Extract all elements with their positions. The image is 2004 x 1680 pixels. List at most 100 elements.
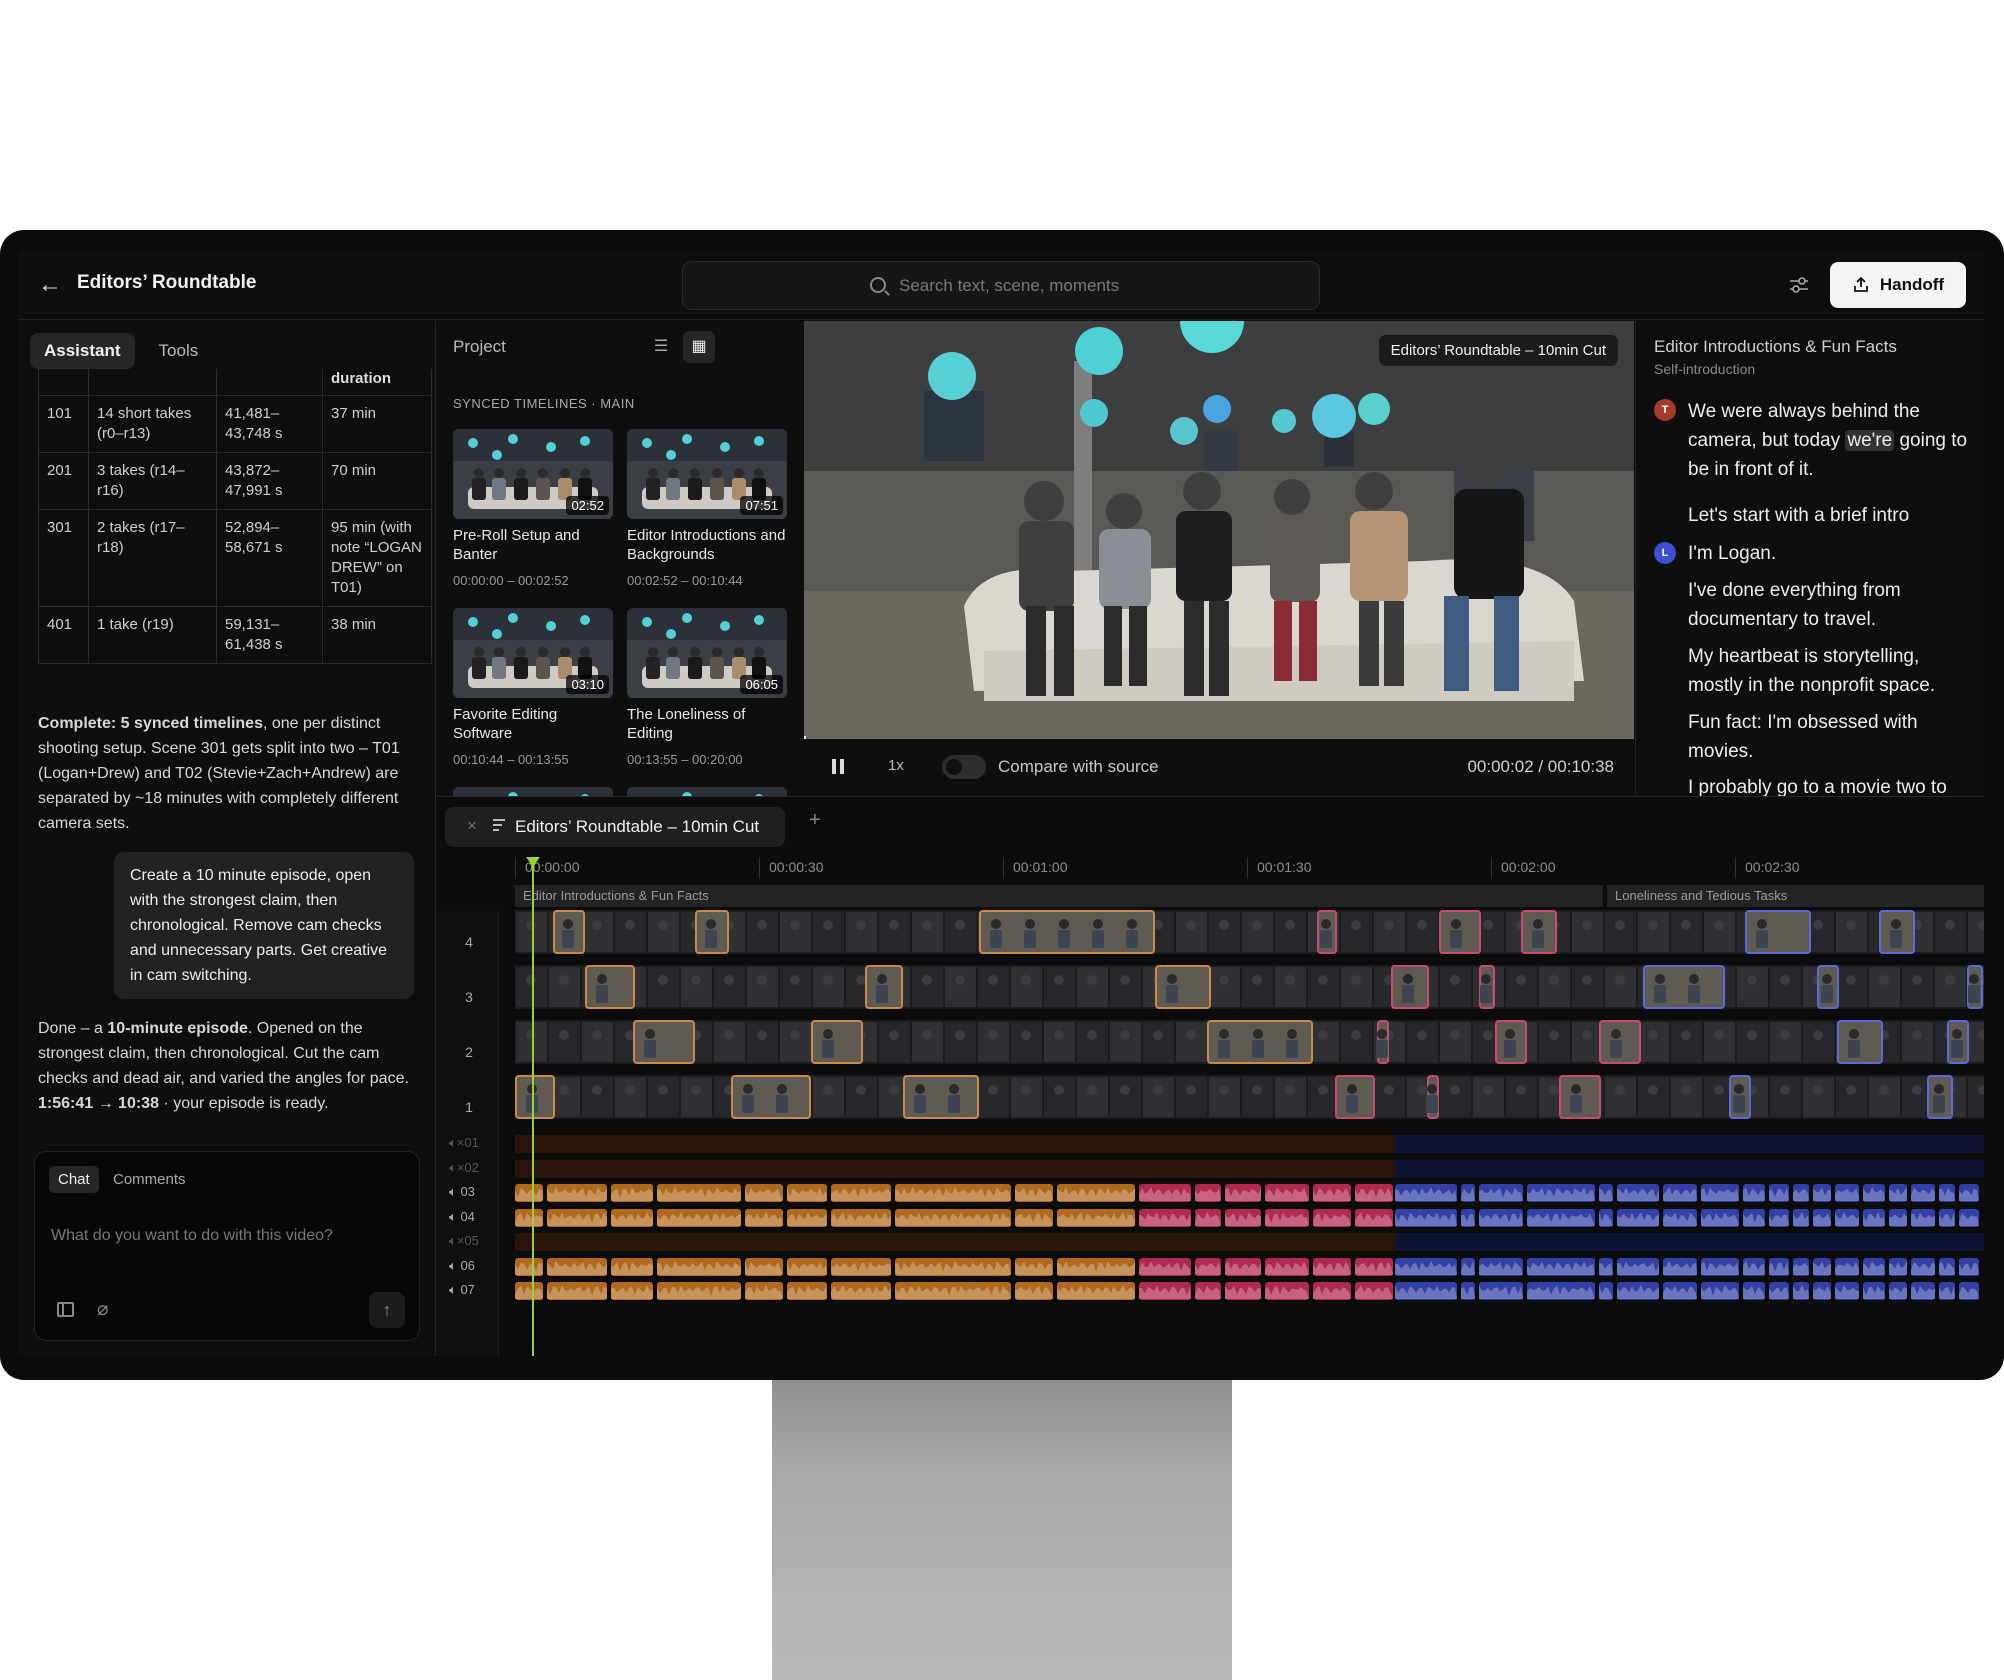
search-box[interactable]: [682, 261, 1320, 310]
pause-icon[interactable]: [832, 759, 844, 774]
timeline-card[interactable]: 06:05 The Loneliness of Editing 00:13:55…: [627, 608, 787, 767]
speaker-muted-icon: 🔈︎: [449, 1160, 457, 1175]
cell-scene: 201: [38, 452, 89, 510]
tab-assistant[interactable]: Assistant: [30, 333, 135, 369]
timeline-card[interactable]: [627, 787, 787, 796]
timeline-thumbnail: 06:05: [627, 608, 787, 698]
assistant-message: Complete: 5 synced timelines, one per di…: [38, 711, 422, 836]
sliders-icon[interactable]: [1788, 274, 1810, 296]
video-track-label: 1: [465, 1099, 473, 1115]
transcript-title: Editor Introductions & Fun Facts: [1654, 337, 1897, 356]
audio-track-label[interactable]: 🔈︎ 04: [449, 1209, 475, 1225]
audio-track-label[interactable]: 🔈︎×05: [449, 1233, 479, 1249]
playhead[interactable]: [526, 857, 540, 1356]
video-track-label: 3: [465, 989, 473, 1005]
assistant-panel: Assistant Tools duration 101 14 short ta…: [18, 321, 436, 1356]
audio-track-number: 02: [464, 1160, 479, 1175]
timeline-card[interactable]: 07:51 Editor Introductions and Backgroun…: [627, 429, 787, 588]
table-row: 401 1 take (r19) 59,131–61,438 s 38 min: [38, 606, 432, 664]
transcript-line[interactable]: Let's start with a brief intro: [1688, 501, 1978, 530]
speaker-avatar: T: [1654, 399, 1676, 421]
transcript-line[interactable]: Fun fact: I'm obsessed with movies.: [1688, 708, 1978, 766]
sequence-icon: [493, 819, 505, 833]
tab-chat[interactable]: Chat: [49, 1166, 99, 1193]
sidebar-toggle-icon[interactable]: [57, 1302, 74, 1317]
audio-tracks[interactable]: [515, 1133, 1984, 1309]
audio-track-label[interactable]: 🔈︎ 06: [449, 1258, 475, 1274]
scene-marker[interactable]: Loneliness and Tedious Tasks: [1607, 885, 1984, 907]
ruler-tick: [759, 857, 760, 879]
tab-tools[interactable]: Tools: [145, 333, 213, 369]
audio-track-number: 01: [464, 1135, 479, 1150]
scene-marker[interactable]: Editor Introductions & Fun Facts: [515, 885, 1603, 907]
cell-scene: 301: [38, 509, 89, 607]
cell-duration: 70 min: [322, 452, 432, 510]
video-clip[interactable]: [811, 1020, 863, 1064]
audio-track-number: 05: [464, 1233, 479, 1248]
msg-text: · your episode is ready.: [158, 1095, 329, 1112]
transcript-line[interactable]: My heartbeat is storytelling, mostly in …: [1688, 642, 1978, 700]
cell-range: 52,894–58,671 s: [216, 509, 323, 607]
chat-composer: Chat Comments ⌀ ↑: [34, 1151, 420, 1341]
video-clip[interactable]: [1745, 910, 1811, 954]
transcript-line[interactable]: I'm Logan.: [1688, 539, 1978, 568]
video-clip[interactable]: [633, 1020, 695, 1064]
timeline-tab[interactable]: × Editors’ Roundtable – 10min Cut: [445, 807, 785, 847]
section-label: SYNCED TIMELINES · MAIN: [453, 396, 635, 411]
video-clip[interactable]: [1155, 965, 1211, 1009]
transcript-line[interactable]: I probably go to a movie two to three ti…: [1688, 773, 1978, 796]
chat-input[interactable]: [51, 1222, 401, 1250]
send-button[interactable]: ↑: [369, 1292, 405, 1328]
card-range: 00:02:52 – 00:10:44: [627, 573, 743, 588]
handoff-button[interactable]: Handoff: [1830, 262, 1966, 308]
add-tab-icon[interactable]: +: [809, 809, 821, 832]
tab-comments[interactable]: Comments: [104, 1166, 195, 1193]
audio-track-label[interactable]: 🔈︎×02: [449, 1160, 479, 1176]
audio-track-number: 06: [460, 1258, 475, 1273]
transcript-line[interactable]: We were always behind the camera, but to…: [1688, 397, 1978, 484]
timeline-card[interactable]: 02:52 Pre-Roll Setup and Banter 00:00:00…: [453, 429, 613, 588]
transcript-line[interactable]: I've done everything from documentary to…: [1688, 576, 1978, 634]
grid-view-icon[interactable]: ▦: [683, 331, 715, 363]
arrow-up-icon: ↑: [382, 1300, 392, 1320]
video-clip[interactable]: [585, 965, 635, 1009]
paperclip-icon[interactable]: ⌀: [97, 1298, 108, 1321]
list-view-icon[interactable]: ☰: [645, 331, 677, 363]
ruler-tick: [1735, 857, 1736, 879]
scene-thumbnail-image: [453, 787, 613, 796]
top-bar: ← Editors’ Roundtable Handoff: [18, 250, 1984, 320]
audio-track-label[interactable]: 🔈︎ 03: [449, 1184, 475, 1200]
cell-range: 59,131–61,438 s: [216, 606, 323, 664]
timeline-editor: × Editors’ Roundtable – 10min Cut + 00:0…: [437, 796, 1984, 1356]
table-row: 101 14 short takes (r0–r13) 41,481–43,74…: [38, 395, 432, 453]
duration-badge: 03:10: [566, 675, 609, 694]
cell-scene: 101: [38, 395, 89, 453]
close-icon[interactable]: ×: [467, 816, 477, 836]
ruler-tick: [1247, 857, 1248, 879]
share-icon: [1853, 276, 1868, 292]
speaker-muted-icon: 🔈︎: [449, 1233, 457, 1248]
ruler-tick: [1491, 857, 1492, 879]
audio-track-number: 07: [460, 1282, 475, 1297]
msg-text: , one per distinct shooting setup. Scene…: [38, 715, 400, 832]
audio-track-label[interactable]: 🔈︎×01: [449, 1135, 479, 1151]
timeline-thumbnail: 07:51: [627, 429, 787, 519]
playback-speed[interactable]: 1x: [888, 757, 904, 774]
video-player[interactable]: Editors’ Roundtable – 10min Cut: [804, 321, 1634, 739]
cell-duration: 37 min: [322, 395, 432, 453]
compare-toggle[interactable]: [942, 755, 986, 779]
ruler-label: 00:01:00: [1013, 859, 1068, 875]
timeline-card[interactable]: 03:10 Favorite Editing Software 00:10:44…: [453, 608, 613, 767]
video-tracks[interactable]: [515, 910, 1984, 1132]
msg-bold: Complete: 5 synced timelines: [38, 715, 263, 732]
search-input[interactable]: [899, 274, 1299, 298]
cell-takes: 14 short takes (r0–r13): [88, 395, 217, 453]
audio-track-number: 04: [460, 1209, 475, 1224]
back-arrow-icon[interactable]: ←: [38, 270, 68, 300]
cut-title-badge: Editors’ Roundtable – 10min Cut: [1378, 335, 1618, 366]
timeline-card[interactable]: [453, 787, 613, 796]
audio-track-label[interactable]: 🔈︎ 07: [449, 1282, 475, 1298]
ruler-tick: [1003, 857, 1004, 879]
video-frame-image: [804, 321, 1634, 739]
card-range: 00:10:44 – 00:13:55: [453, 752, 569, 767]
